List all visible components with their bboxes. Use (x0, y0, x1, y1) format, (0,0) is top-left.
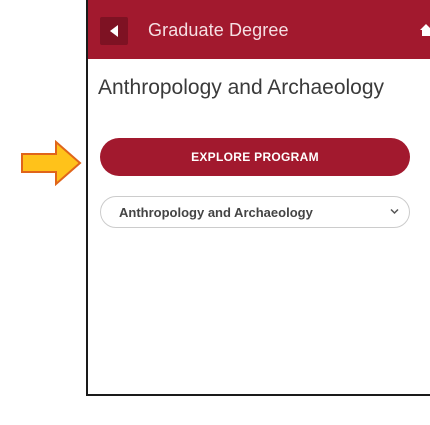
program-panel: Graduate Degree Anthropology and Archaeo… (86, 0, 430, 396)
chevron-down-icon (390, 208, 399, 215)
back-button[interactable] (100, 17, 128, 45)
program-select-value: Anthropology and Archaeology (119, 205, 313, 220)
explore-program-button[interactable]: EXPLORE PROGRAM (100, 138, 410, 176)
header-title: Graduate Degree (148, 20, 289, 40)
program-select[interactable]: Anthropology and Archaeology (100, 196, 410, 228)
home-icon[interactable] (419, 23, 430, 37)
pointer-arrow-icon (20, 139, 82, 187)
program-title: Anthropology and Archaeology (98, 76, 385, 99)
caret-left-icon (109, 25, 119, 37)
header-bar: Graduate Degree (88, 0, 430, 59)
